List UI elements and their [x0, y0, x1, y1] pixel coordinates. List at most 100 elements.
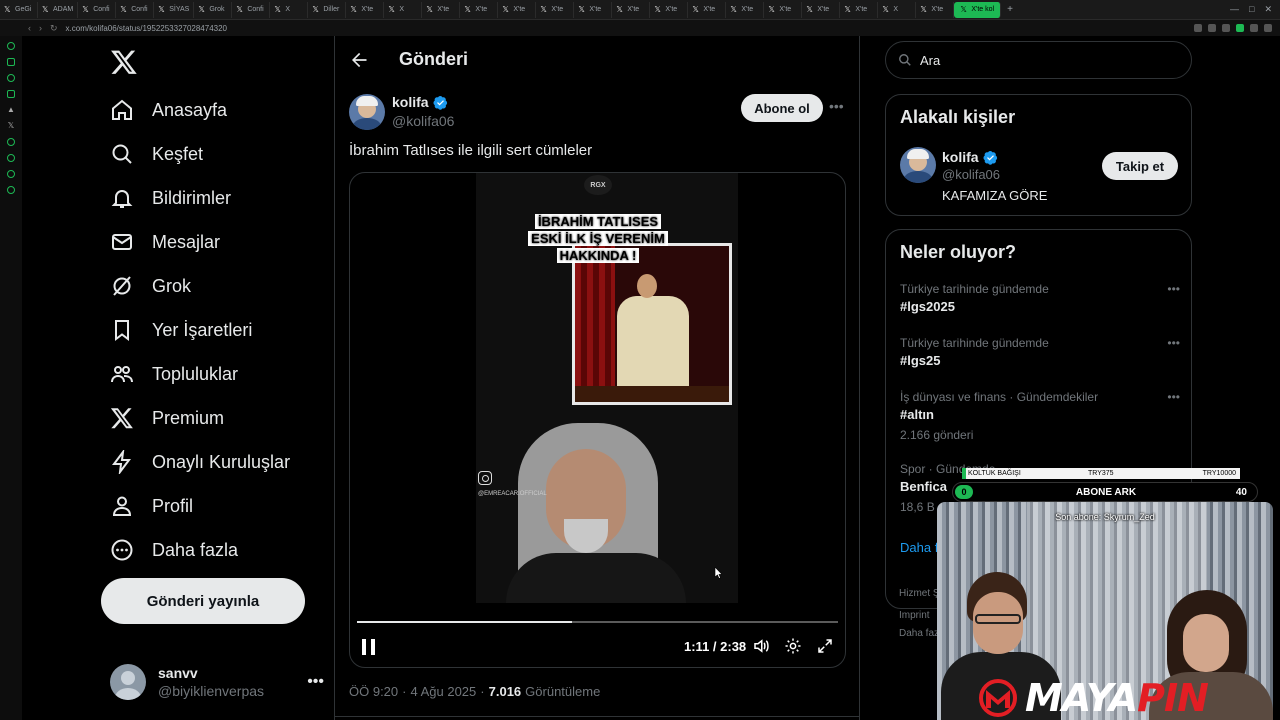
panel-icon[interactable] — [7, 90, 15, 98]
tweet-date[interactable]: 4 Ağu 2025 — [410, 684, 476, 699]
tweet-time[interactable]: ÖÖ 9:20 — [349, 684, 398, 699]
sub-label: ABONE ARK — [1075, 486, 1137, 498]
extension-icon[interactable] — [1208, 24, 1216, 32]
x-favicon-icon: 𝕏 — [806, 4, 813, 14]
trend-item[interactable]: Türkiye tarihinde gündemde #lgs2025 ••• — [900, 282, 1180, 314]
reload-icon[interactable]: ↻ — [50, 23, 58, 34]
nav-item-9[interactable]: Profil — [110, 486, 193, 526]
panel-icon[interactable] — [7, 58, 15, 66]
tweet-author-handle[interactable]: @kolifa06 — [392, 113, 454, 129]
browser-tab[interactable]: 𝕏 ADAM — [38, 1, 79, 18]
nav-item-6[interactable]: Topluluklar — [110, 354, 238, 394]
panel-icon[interactable]: ▲ — [7, 106, 15, 114]
follow-button[interactable]: Takip et — [1102, 152, 1178, 180]
browser-tab[interactable]: 𝕏X — [270, 1, 309, 18]
nav-item-2[interactable]: Bildirimler — [110, 178, 231, 218]
x-favicon-icon: 𝕏 — [920, 4, 927, 14]
more-icon[interactable]: ••• — [829, 98, 844, 114]
extension-icon[interactable] — [1264, 24, 1272, 32]
browser-tab-active[interactable]: 𝕏 X'te kol — [954, 1, 1002, 18]
browser-tab[interactable]: 𝕏 X'te — [840, 1, 879, 18]
related-user-name[interactable]: kolifa — [942, 149, 998, 165]
extension-icon[interactable] — [1222, 24, 1230, 32]
browser-tab[interactable]: 𝕏 Confi — [232, 1, 271, 18]
browser-tab[interactable]: 𝕏 X'te — [612, 1, 651, 18]
browser-tab[interactable]: 𝕏 Grok — [194, 1, 233, 18]
tweet-author-name[interactable]: kolifa — [392, 94, 448, 110]
browser-tab[interactable]: 𝕏 X'te — [498, 1, 537, 18]
footer-link[interactable]: Imprint — [899, 610, 930, 621]
panel-icon[interactable] — [7, 154, 15, 162]
more-icon[interactable]: ••• — [1167, 390, 1180, 404]
more-icon[interactable]: ••• — [307, 673, 324, 691]
trend-item[interactable]: İş dünyası ve finans · Gündemdekiler #alt… — [900, 390, 1180, 442]
browser-tab[interactable]: 𝕏 X'te — [802, 1, 841, 18]
close-icon[interactable]: ✕ — [1264, 4, 1272, 15]
browser-tab[interactable]: 𝕏X — [878, 1, 917, 18]
x-favicon-icon: 𝕏 — [502, 4, 509, 14]
browser-tab[interactable]: 𝕏 X'te — [536, 1, 575, 18]
browser-tab[interactable]: 𝕏 X'te — [422, 1, 461, 18]
browser-tab[interactable]: 𝕏 X'te — [574, 1, 613, 18]
panel-icon[interactable] — [7, 186, 15, 194]
panel-icon[interactable] — [7, 170, 15, 178]
extension-icon[interactable] — [1250, 24, 1258, 32]
browser-tab[interactable]: 𝕏 X'te — [688, 1, 727, 18]
panel-icon[interactable] — [7, 138, 15, 146]
maximize-icon[interactable]: □ — [1249, 4, 1254, 15]
back-arrow-icon[interactable] — [349, 50, 369, 70]
tab-label: X'te — [627, 6, 640, 13]
avatar[interactable] — [349, 94, 385, 130]
more-icon[interactable]: ••• — [1167, 282, 1180, 296]
browser-tab[interactable]: 𝕏 Confi — [116, 1, 155, 18]
nav-item-7[interactable]: Premium — [110, 398, 224, 438]
nav-item-4[interactable]: Grok — [110, 266, 191, 306]
nav-item-5[interactable]: Yer İşaretleri — [110, 310, 252, 350]
x-logo-icon[interactable] — [110, 48, 138, 76]
browser-tab[interactable]: 𝕏 X'te — [650, 1, 689, 18]
x-favicon-icon: 𝕏 — [274, 4, 281, 14]
forward-icon[interactable]: › — [39, 23, 42, 33]
browser-tab[interactable]: 𝕏 Confi — [78, 1, 117, 18]
search-input[interactable]: Ara — [885, 41, 1192, 79]
back-icon[interactable]: ‹ — [28, 23, 31, 33]
minimize-icon[interactable]: — — [1230, 4, 1239, 15]
nav-item-8[interactable]: Onaylı Kuruluşlar — [110, 442, 290, 482]
more-icon[interactable]: ••• — [1167, 336, 1180, 350]
video-progress-bar[interactable] — [357, 621, 838, 623]
settings-gear-icon[interactable] — [784, 637, 802, 655]
browser-tab[interactable]: 𝕏X — [384, 1, 423, 18]
nav-item-10[interactable]: Daha fazla — [110, 530, 238, 570]
url-field[interactable]: x.com/kolifa06/status/195225332702847432… — [66, 24, 227, 33]
avatar[interactable] — [900, 147, 936, 183]
browser-tab[interactable]: 𝕏 X'te — [764, 1, 803, 18]
x-panel-icon[interactable]: 𝕏 — [7, 122, 15, 130]
caption-line: HAKKINDA ! — [556, 248, 640, 263]
account-switcher[interactable]: sanvv @biyiklienverpas ••• — [110, 658, 324, 706]
video-player[interactable]: RGX İBRAHİM TATLISES ESKİ İLK İŞ VERENİM… — [349, 172, 846, 668]
trend-category: Türkiye tarihinde gündemde — [900, 282, 1049, 296]
browser-tab[interactable]: 𝕏 GeGi — [0, 1, 38, 18]
brand-text-b: PIN — [1137, 676, 1209, 720]
browser-tab[interactable]: 𝕏 X'te — [726, 1, 765, 18]
browser-tab[interactable]: 𝕏 Diller — [308, 1, 347, 18]
extension-icon[interactable] — [1194, 24, 1202, 32]
nav-item-1[interactable]: Keşfet — [110, 134, 203, 174]
nav-item-3[interactable]: Mesajlar — [110, 222, 220, 262]
browser-tab[interactable]: 𝕏 SİYAS — [154, 1, 195, 18]
fullscreen-icon[interactable] — [816, 637, 834, 655]
post-button[interactable]: Gönderi yayınla — [101, 578, 305, 624]
pause-button[interactable] — [362, 639, 376, 655]
related-user-handle[interactable]: @kolifa06 — [942, 167, 1000, 182]
subscribe-button[interactable]: Abone ol — [741, 94, 823, 122]
volume-icon[interactable] — [752, 637, 770, 655]
nav-item-0[interactable]: Anasayfa — [110, 90, 227, 130]
browser-tab[interactable]: 𝕏 X'te — [460, 1, 499, 18]
trend-item[interactable]: Türkiye tarihinde gündemde #lgs25 ••• — [900, 336, 1180, 368]
panel-icon[interactable] — [7, 74, 15, 82]
panel-icon[interactable] — [7, 42, 15, 50]
browser-tab[interactable]: 𝕏 X'te — [346, 1, 385, 18]
extension-icon[interactable] — [1236, 24, 1244, 32]
browser-tab[interactable]: 𝕏 X'te — [916, 1, 955, 18]
new-tab-button[interactable]: + — [1001, 4, 1019, 15]
